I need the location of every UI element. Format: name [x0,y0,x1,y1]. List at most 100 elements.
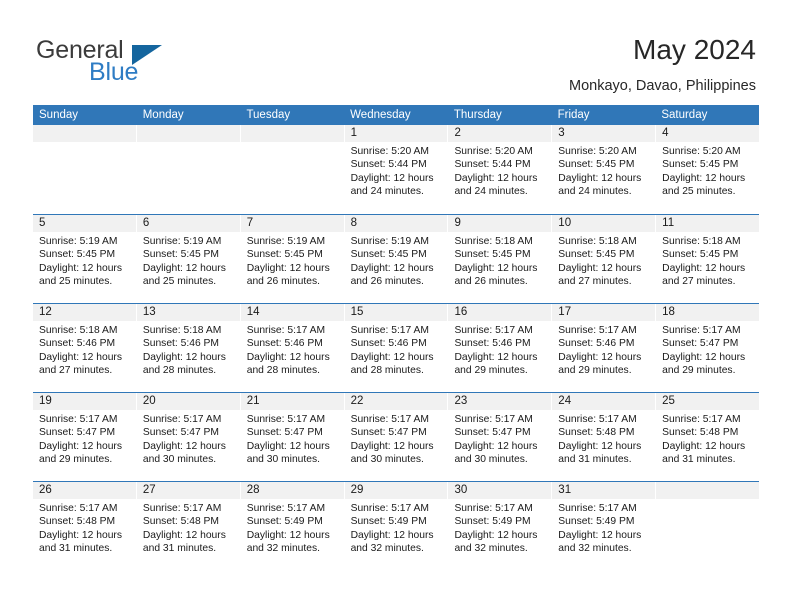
sunset-text: Sunset: 5:44 PM [454,159,531,171]
calendar-day-cell[interactable]: 3 Sunrise: 5:20 AM Sunset: 5:45 PM Daylight… [552,125,657,214]
sunrise-text: Sunrise: 5:19 AM [350,236,429,247]
day-sun-info: Sunrise: 5:17 AM Sunset: 5:48 PM Daylight:… [552,410,655,466]
calendar-day-cell[interactable]: 29 Sunrise: 5:17 AM Sunset: 5:49 PM Dayligh… [344,482,449,570]
calendar-day-cell[interactable]: 2 Sunrise: 5:20 AM Sunset: 5:44 PM Daylight… [448,125,553,214]
weekday-header-saturday: Saturday [661,109,708,121]
calendar-day-cell[interactable]: 30 Sunrise: 5:17 AM Sunset: 5:49 PM Dayligh… [448,482,553,570]
day-sun-info: Sunrise: 5:19 AM Sunset: 5:45 PM Daylight:… [137,232,240,288]
calendar-day-cell[interactable]: 10 Sunrise: 5:18 AM Sunset: 5:45 PM Dayligh… [552,215,657,303]
calendar-day-cell[interactable]: 11 Sunrise: 5:18 AM Sunset: 5:45 PM Dayligh… [656,215,760,303]
daylight-text-line2: and 24 minutes. [558,185,632,197]
calendar-day-cell[interactable]: 16 Sunrise: 5:17 AM Sunset: 5:46 PM Dayligh… [448,304,553,392]
calendar-day-cell[interactable]: 14 Sunrise: 5:17 AM Sunset: 5:46 PM Dayligh… [240,304,345,392]
daylight-text-line1: Daylight: 12 hours [454,529,538,541]
calendar-day-cell[interactable]: 4 Sunrise: 5:20 AM Sunset: 5:45 PM Daylight… [656,125,760,214]
day-number: 4 [656,125,760,142]
calendar-day-cell[interactable]: 12 Sunrise: 5:18 AM Sunset: 5:46 PM Dayligh… [33,304,137,392]
daylight-text-line2: and 24 minutes. [454,185,528,197]
daylight-text-line1: Daylight: 12 hours [662,262,746,274]
day-number: 23 [448,393,552,410]
day-number: 19 [33,393,136,410]
day-sun-info: Sunrise: 5:19 AM Sunset: 5:45 PM Daylight:… [241,232,344,288]
daylight-text-line1: Daylight: 12 hours [558,440,642,452]
daylight-text-line1: Daylight: 12 hours [246,262,330,274]
calendar-day-cell[interactable]: 17 Sunrise: 5:17 AM Sunset: 5:46 PM Dayligh… [552,304,657,392]
daylight-text-line1: Daylight: 12 hours [454,351,538,363]
daylight-text-line1: Daylight: 12 hours [558,262,642,274]
day-sun-info: Sunrise: 5:17 AM Sunset: 5:47 PM Daylight:… [241,410,344,466]
daylight-text-line1: Daylight: 12 hours [246,440,330,452]
calendar-day-cell[interactable]: 9 Sunrise: 5:18 AM Sunset: 5:45 PM Daylight… [448,215,553,303]
daylight-text-line2: and 32 minutes. [246,542,320,554]
calendar-day-cell[interactable]: 13 Sunrise: 5:18 AM Sunset: 5:46 PM Dayligh… [136,304,241,392]
day-number [240,125,344,142]
sunrise-text: Sunrise: 5:20 AM [662,146,741,157]
calendar-day-cell[interactable]: 23 Sunrise: 5:17 AM Sunset: 5:47 PM Dayligh… [448,393,553,481]
page-header: General Blue May 2024 Monkayo, Davao, Ph… [0,0,792,104]
sunrise-text: Sunrise: 5:17 AM [246,414,326,425]
sunset-text: Sunset: 5:44 PM [350,159,427,171]
calendar-day-cell[interactable]: 18 Sunrise: 5:17 AM Sunset: 5:47 PM Dayligh… [656,304,760,392]
day-sun-info: Sunrise: 5:17 AM Sunset: 5:49 PM Daylight:… [241,499,344,555]
calendar-day-cell[interactable]: 22 Sunrise: 5:17 AM Sunset: 5:47 PM Dayligh… [344,393,449,481]
daylight-text-line2: and 32 minutes. [350,542,424,554]
day-sun-info: Sunrise: 5:18 AM Sunset: 5:46 PM Daylight:… [137,321,240,377]
sunset-text: Sunset: 5:46 PM [39,338,116,350]
day-number: 12 [33,304,136,321]
day-sun-info: Sunrise: 5:17 AM Sunset: 5:49 PM Daylight:… [345,499,448,555]
day-sun-info: Sunrise: 5:19 AM Sunset: 5:45 PM Daylight:… [345,232,448,288]
day-sun-info: Sunrise: 5:17 AM Sunset: 5:47 PM Daylight:… [448,410,551,466]
calendar-day-cell[interactable]: 1 Sunrise: 5:20 AM Sunset: 5:44 PM Daylight… [344,125,449,214]
day-number: 17 [552,304,656,321]
sunset-text: Sunset: 5:46 PM [350,338,427,350]
sunrise-text: Sunrise: 5:17 AM [662,325,741,336]
daylight-text-line2: and 30 minutes. [350,453,424,465]
daylight-text-line2: and 29 minutes. [558,364,632,376]
calendar-day-cell[interactable]: 21 Sunrise: 5:17 AM Sunset: 5:47 PM Dayligh… [240,393,345,481]
sunrise-text: Sunrise: 5:19 AM [246,236,326,247]
calendar-day-cell[interactable]: 5 Sunrise: 5:19 AM Sunset: 5:45 PM Daylight… [33,215,137,303]
day-sun-info: Sunrise: 5:18 AM Sunset: 5:45 PM Daylight:… [552,232,655,288]
calendar-day-cell[interactable]: 19 Sunrise: 5:17 AM Sunset: 5:47 PM Dayligh… [33,393,137,481]
sunrise-text: Sunrise: 5:17 AM [662,414,741,425]
calendar-day-cell[interactable]: 26 Sunrise: 5:17 AM Sunset: 5:48 PM Dayligh… [33,482,137,570]
daylight-text-line1: Daylight: 12 hours [350,351,434,363]
daylight-text-line2: and 28 minutes. [246,364,320,376]
sunset-text: Sunset: 5:45 PM [558,249,635,261]
day-number: 5 [33,215,136,232]
sunrise-text: Sunrise: 5:17 AM [350,414,429,425]
day-number: 21 [240,393,344,410]
sunset-text: Sunset: 5:45 PM [142,249,219,261]
calendar-day-cell[interactable]: 15 Sunrise: 5:17 AM Sunset: 5:46 PM Dayligh… [344,304,449,392]
sunrise-text: Sunrise: 5:17 AM [246,503,326,514]
sunset-text: Sunset: 5:46 PM [558,338,635,350]
calendar-day-cell[interactable]: 25 Sunrise: 5:17 AM Sunset: 5:48 PM Dayligh… [656,393,760,481]
calendar-day-cell[interactable]: 24 Sunrise: 5:17 AM Sunset: 5:48 PM Dayligh… [552,393,657,481]
sunrise-text: Sunrise: 5:17 AM [350,325,429,336]
day-sun-info: Sunrise: 5:17 AM Sunset: 5:47 PM Daylight:… [33,410,136,466]
calendar-day-cell-empty [240,125,345,214]
daylight-text-line1: Daylight: 12 hours [454,262,538,274]
sunset-text: Sunset: 5:47 PM [350,427,427,439]
daylight-text-line2: and 28 minutes. [142,364,217,376]
sunset-text: Sunset: 5:49 PM [454,516,531,528]
calendar-day-cell[interactable]: 7 Sunrise: 5:19 AM Sunset: 5:45 PM Daylight… [240,215,345,303]
daylight-text-line1: Daylight: 12 hours [454,172,538,184]
calendar-day-cell[interactable]: 31 Sunrise: 5:17 AM Sunset: 5:49 PM Dayligh… [552,482,657,570]
sunrise-text: Sunrise: 5:17 AM [142,503,222,514]
sunset-text: Sunset: 5:49 PM [246,516,323,528]
daylight-text-line2: and 31 minutes. [142,542,217,554]
calendar-day-cell[interactable]: 20 Sunrise: 5:17 AM Sunset: 5:47 PM Dayligh… [136,393,241,481]
day-number: 24 [552,393,656,410]
calendar-day-cell[interactable]: 27 Sunrise: 5:17 AM Sunset: 5:48 PM Dayligh… [136,482,241,570]
daylight-text-line1: Daylight: 12 hours [350,529,434,541]
calendar-day-cell[interactable]: 6 Sunrise: 5:19 AM Sunset: 5:45 PM Daylight… [136,215,241,303]
calendar-day-cell[interactable]: 28 Sunrise: 5:17 AM Sunset: 5:49 PM Dayligh… [240,482,345,570]
sunset-text: Sunset: 5:45 PM [350,249,427,261]
day-sun-info: Sunrise: 5:17 AM Sunset: 5:47 PM Daylight:… [137,410,240,466]
daylight-text-line1: Daylight: 12 hours [142,529,226,541]
day-sun-info: Sunrise: 5:18 AM Sunset: 5:45 PM Daylight:… [656,232,759,288]
calendar-day-cell[interactable]: 8 Sunrise: 5:19 AM Sunset: 5:45 PM Daylight… [344,215,449,303]
day-number: 15 [344,304,448,321]
day-number: 18 [656,304,760,321]
